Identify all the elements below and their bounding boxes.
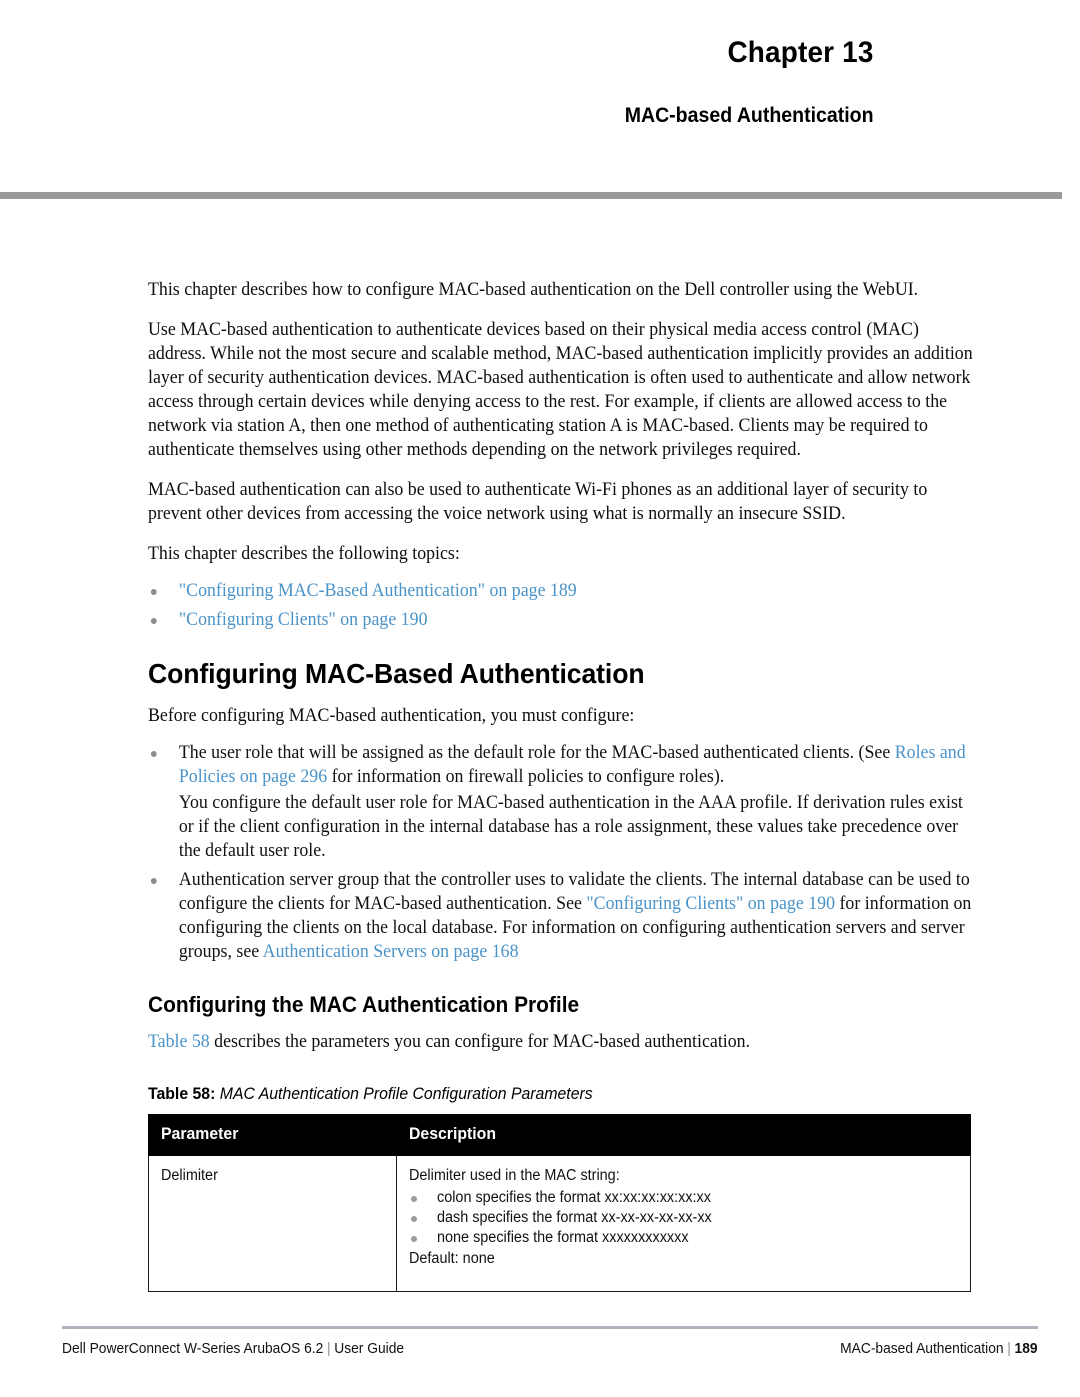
topics-list: "Configuring MAC-Based Authentication" o… <box>148 579 1008 632</box>
bullet-user-role-text-post: for information on firewall policies to … <box>327 767 725 787</box>
header-divider-rule <box>0 192 1062 199</box>
link-authentication-servers[interactable]: Authentication Servers on page 168 <box>263 942 519 962</box>
footer-left: Dell PowerConnect W-Series ArubaOS 6.2 | U… <box>62 1340 404 1357</box>
chapter-title: Chapter 13 <box>727 36 874 69</box>
footer-right: MAC-based Authentication | 189 <box>841 1340 1038 1357</box>
overview-paragraph: Use MAC-based authentication to authenti… <box>148 320 973 460</box>
cell-description-delimiter: Delimiter used in the MAC string: colon … <box>396 1155 971 1292</box>
mac-authentication-profile-table: Parameter Description Delimiter Delimite… <box>148 1114 971 1292</box>
chapter-header: Chapter 13 MAC-based Authentication <box>0 0 1080 128</box>
list-item: The user role that will be assigned as t… <box>148 741 978 863</box>
delimiter-format-list: colon specifies the format xx:xx:xx:xx:x… <box>409 1188 958 1248</box>
table-header-row: Parameter Description <box>148 1114 971 1156</box>
footer-left-separator: | <box>326 1340 331 1357</box>
table-caption: Table 58: MAC Authentication Profile Con… <box>148 1084 948 1104</box>
link-configuring-mac-based-authentication[interactable]: "Configuring MAC-Based Authentication" o… <box>179 581 577 601</box>
footer-chapter-name: MAC-based Authentication <box>840 1340 1005 1357</box>
section-heading-configuring-mac-based-authentication: Configuring MAC-Based Authentication <box>148 658 645 689</box>
document-page: Chapter 13 MAC-based Authentication This… <box>0 0 1080 1397</box>
table-row: Delimiter Delimiter used in the MAC stri… <box>148 1155 971 1292</box>
list-item: "Configuring Clients" on page 190 <box>148 608 978 632</box>
table-reference-paragraph: Table 58 describes the parameters you ca… <box>148 1030 978 1054</box>
link-table-58[interactable]: Table 58 <box>148 1032 210 1052</box>
list-item: none specifies the format xxxxxxxxxxxx <box>409 1228 958 1248</box>
subsection-heading-configuring-mac-authentication-profile: Configuring the MAC Authentication Profi… <box>148 992 580 1017</box>
column-header-description: Description <box>396 1114 971 1156</box>
footer-product-name: Dell PowerConnect W-Series ArubaOS 6.2 <box>62 1340 324 1357</box>
wifi-phones-paragraph: MAC-based authentication can also be use… <box>148 480 928 524</box>
description-lead: Delimiter used in the MAC string: <box>409 1167 620 1184</box>
footer-divider-rule <box>62 1326 1038 1329</box>
bullet-user-role-continuation: You configure the default user role for … <box>178 793 963 861</box>
table-header: Parameter Description <box>148 1114 971 1156</box>
topics-lead: This chapter describes the following top… <box>148 544 460 564</box>
table-caption-label: Table 58 <box>148 1084 211 1103</box>
document-body: This chapter describes how to configure … <box>148 278 1008 1292</box>
section-lead: Before configuring MAC-based authenticat… <box>148 706 635 726</box>
intro-paragraph: This chapter describes how to configure … <box>148 280 919 300</box>
footer-document-type: User Guide <box>334 1340 405 1357</box>
list-item: colon specifies the format xx:xx:xx:xx:x… <box>409 1188 958 1208</box>
table-reference-rest: describes the parameters you can configu… <box>209 1032 751 1052</box>
bullet-user-role-text-pre: The user role that will be assigned as t… <box>178 743 895 763</box>
chapter-subtitle: MAC-based Authentication <box>624 104 874 127</box>
table-body: Delimiter Delimiter used in the MAC stri… <box>148 1155 971 1292</box>
link-configuring-clients[interactable]: "Configuring Clients" on page 190 <box>179 610 428 630</box>
table-caption-separator: : <box>210 1084 220 1103</box>
page-footer: Dell PowerConnect W-Series ArubaOS 6.2 | U… <box>62 1340 1038 1357</box>
prerequisites-list: The user role that will be assigned as t… <box>148 741 1008 964</box>
link-configuring-clients-inline[interactable]: "Configuring Clients" on page 190 <box>586 894 835 914</box>
table-caption-title: MAC Authentication Profile Configuration… <box>219 1084 593 1103</box>
cell-parameter-delimiter: Delimiter <box>148 1155 397 1292</box>
list-item: Authentication server group that the con… <box>148 868 978 964</box>
footer-right-separator: | <box>1007 1340 1012 1357</box>
list-item: dash specifies the format xx-xx-xx-xx-xx… <box>409 1208 958 1228</box>
footer-page-number: 189 <box>1014 1340 1038 1357</box>
description-default: Default: none <box>409 1250 495 1267</box>
list-item: "Configuring MAC-Based Authentication" o… <box>148 579 978 603</box>
column-header-parameter: Parameter <box>148 1114 397 1156</box>
